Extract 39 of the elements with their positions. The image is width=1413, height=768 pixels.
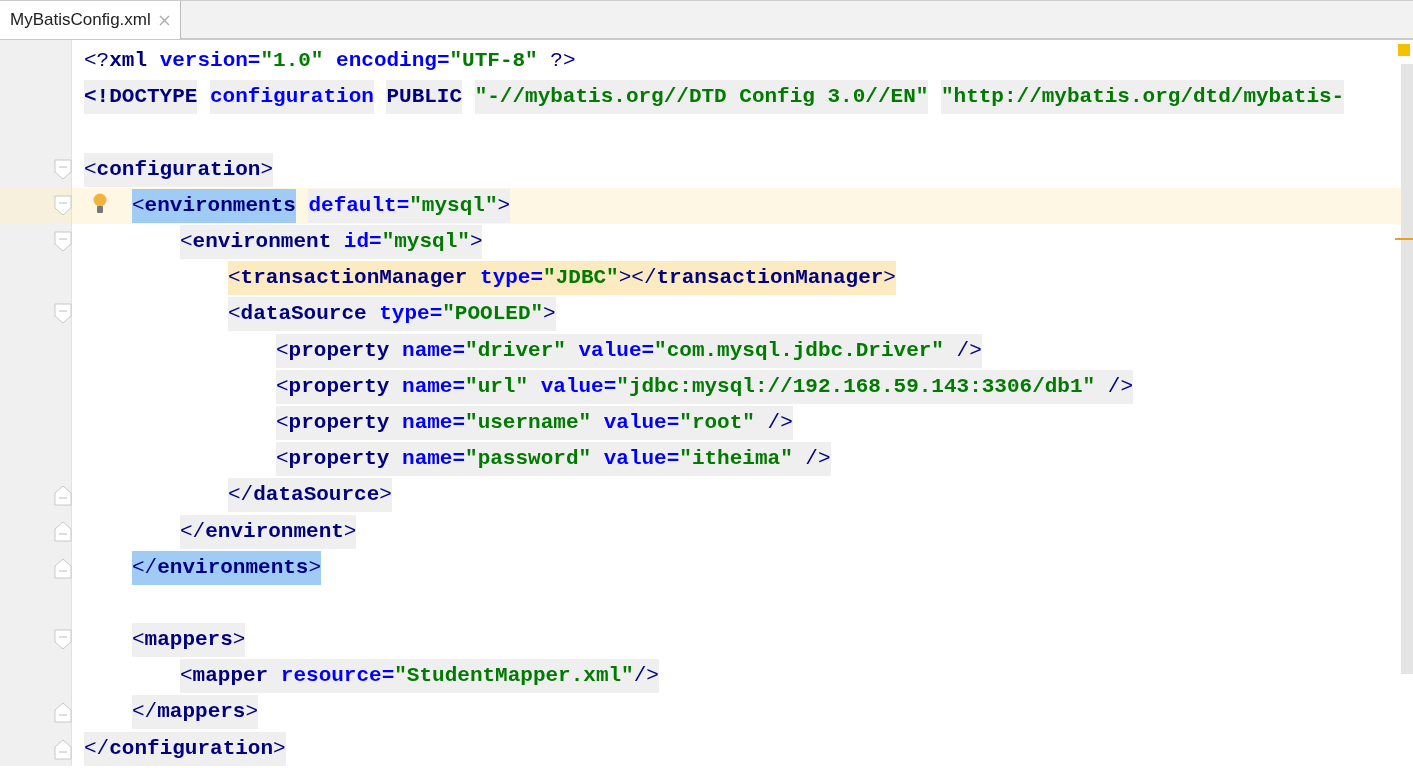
fold-icon[interactable] <box>54 230 72 253</box>
fold-end-icon[interactable] <box>54 556 72 579</box>
code-text: <?xml version="1.0" encoding="UTF-8" ?> <box>84 48 576 75</box>
fold-end-icon[interactable] <box>54 701 72 724</box>
code-text: <mapper resource="StudentMapper.xml"/> <box>180 659 659 694</box>
fold-icon[interactable] <box>54 194 72 217</box>
code-text: <mappers> <box>132 623 246 658</box>
code-text: </configuration> <box>84 731 286 766</box>
lightbulb-icon[interactable] <box>92 192 108 215</box>
code-text: <!DOCTYPE <box>84 80 198 115</box>
code-text: <property name="username" value="root" /> <box>276 405 793 440</box>
selected-code: </environments> <box>132 550 322 585</box>
fold-icon[interactable] <box>54 303 72 326</box>
scrollbar-thumb[interactable] <box>1401 64 1413 674</box>
fold-end-icon[interactable] <box>54 484 72 507</box>
code-text: </mappers> <box>132 695 259 730</box>
selected-code: <environments <box>132 188 296 223</box>
code-text: <property name="password" value="itheima" /> <box>276 442 831 477</box>
fold-end-icon[interactable] <box>54 737 72 760</box>
code-text: "http://mybatis.org/dtd/mybatis- <box>940 80 1345 115</box>
close-icon[interactable] <box>158 14 170 26</box>
fold-end-icon[interactable] <box>54 520 72 543</box>
file-tab[interactable]: MyBatisConfig.xml <box>0 1 181 39</box>
code-text: "-//mybatis.org//DTD Config 3.0//EN" <box>474 80 929 115</box>
code-text: <dataSource type="POOLED"> <box>228 297 556 332</box>
caret-marker <box>1395 238 1413 240</box>
code-text: </environment> <box>180 514 357 549</box>
code-text: </dataSource> <box>228 478 392 513</box>
code-text: <property name="driver" value="com.mysql.jdbc.Driver" /> <box>276 333 982 368</box>
code-text: configuration <box>210 80 374 115</box>
fold-icon[interactable] <box>54 158 72 181</box>
code-text: <environment id="mysql"> <box>180 225 483 260</box>
code-text: PUBLIC <box>386 80 463 115</box>
code-text: <property name="url" value="jdbc:mysql://192.168.59.143:3306/db1" /> <box>276 369 1133 404</box>
fold-icon[interactable] <box>54 629 72 651</box>
warning-marker[interactable] <box>1398 44 1410 56</box>
highlighted-code: <transactionManager type="JDBC"></transactionManager> <box>228 261 896 296</box>
code-text: default="mysql"> <box>308 188 511 223</box>
code-text: <configuration> <box>84 152 274 187</box>
